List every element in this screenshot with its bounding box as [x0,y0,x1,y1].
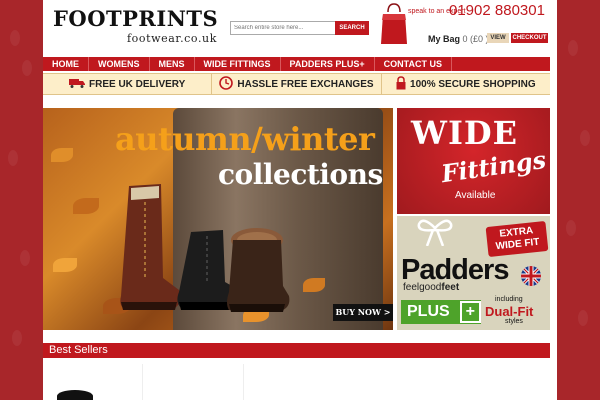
leaf-decoration [303,278,325,292]
usp-bar: FREE UK DELIVERY HASSLE FREE EXCHANGES 1… [43,73,550,95]
lock-icon [396,75,406,93]
footprint-decoration [22,60,32,76]
logo-domain: footwear.co.uk [127,32,218,45]
view-bag-button[interactable]: VIEW [487,33,509,43]
footprint-decoration [8,150,18,166]
fur-boot-image [221,226,291,321]
hero-title-line2: collections [218,158,383,191]
leaf-decoration [73,198,99,214]
leaf-decoration [51,148,73,162]
footprint-decoration [20,250,30,266]
my-bag-label: My Bag [428,34,461,44]
product-image [57,390,93,400]
usp-free-delivery[interactable]: FREE UK DELIVERY [43,74,213,94]
wide-title: WIDE [411,114,519,152]
wide-fittings-banner[interactable]: WIDE Fittings Available [397,108,550,214]
feelgood-tagline: feelgoodfeet [403,282,459,293]
my-bag-summary[interactable]: My Bag 0 (£0 ) [428,34,489,44]
clock-icon [219,75,234,93]
page-container: FOOTPRINTS footwear.co.uk SEARCH speak t… [43,0,557,400]
footprint-decoration [578,310,588,326]
best-sellers-title: Best Sellers [49,344,108,356]
usp-exchanges-label: HASSLE FREE EXCHANGES [237,78,374,90]
best-sellers-list [43,362,550,400]
plus-label: PLUS [407,303,450,320]
hero-title-line1: autumn/winter [115,120,375,158]
footprint-decoration [580,130,590,146]
hero-banner[interactable]: autumn/winter collections BUY NOW > [43,108,393,330]
shopping-bag-icon [379,2,409,46]
footprint-decoration [566,220,576,236]
usp-secure-label: 100% SECURE SHOPPING [410,78,536,90]
my-bag-count: 0 (£0 ) [462,34,489,44]
usp-hassle-free-exchanges[interactable]: HASSLE FREE EXCHANGES [212,74,382,94]
search-button[interactable]: SEARCH [335,21,369,35]
nav-item-home[interactable]: HOME [43,57,89,71]
tagline-suffix: feet [441,282,460,293]
footprint-decoration [10,30,20,46]
search-input[interactable] [230,21,336,35]
product-card[interactable] [43,364,143,400]
tagline-prefix: feelgood [403,282,442,293]
padders-plus-banner[interactable]: EXTRA WIDE FIT Padders feelgoodfeet PLUS… [397,216,550,330]
styles-label: styles [505,318,523,325]
leaf-decoration [53,258,77,272]
phone-number[interactable]: 01902 880301 [449,2,545,19]
extra-wide-fit-badge: EXTRA WIDE FIT [485,220,549,258]
footprint-decoration [12,330,22,346]
available-label: Available [455,190,496,201]
usp-free-delivery-label: FREE UK DELIVERY [89,78,186,90]
nav-item-padders-plus[interactable]: PADDERS PLUS+ [281,57,375,71]
nav-item-contact-us[interactable]: CONTACT US [375,57,452,71]
truck-icon [69,77,85,91]
including-label: including [495,296,523,303]
site-logo[interactable]: FOOTPRINTS footwear.co.uk [49,4,225,48]
plus-badge: PLUS + [401,300,481,324]
product-card[interactable] [144,364,244,400]
best-sellers-header: Best Sellers [43,343,550,358]
nav-item-wide-fittings[interactable]: WIDE FITTINGS [195,57,281,71]
buy-now-button[interactable]: BUY NOW > [333,304,393,321]
footprint-decoration [568,40,578,56]
nav-item-mens[interactable]: MENS [150,57,195,71]
dual-fit-label: Dual-Fit [485,304,534,319]
usp-secure-shopping[interactable]: 100% SECURE SHOPPING [382,74,550,94]
nav-item-womens[interactable]: WOMENS [89,57,150,71]
checkout-button[interactable]: CHECKOUT [511,33,548,43]
ribbon-bow-icon [415,216,455,247]
uk-flag-icon [521,266,541,286]
logo-wordmark: FOOTPRINTS [53,6,219,31]
main-nav: HOME WOMENS MENS WIDE FITTINGS PADDERS P… [43,57,550,71]
plus-sign-icon: + [459,301,481,323]
